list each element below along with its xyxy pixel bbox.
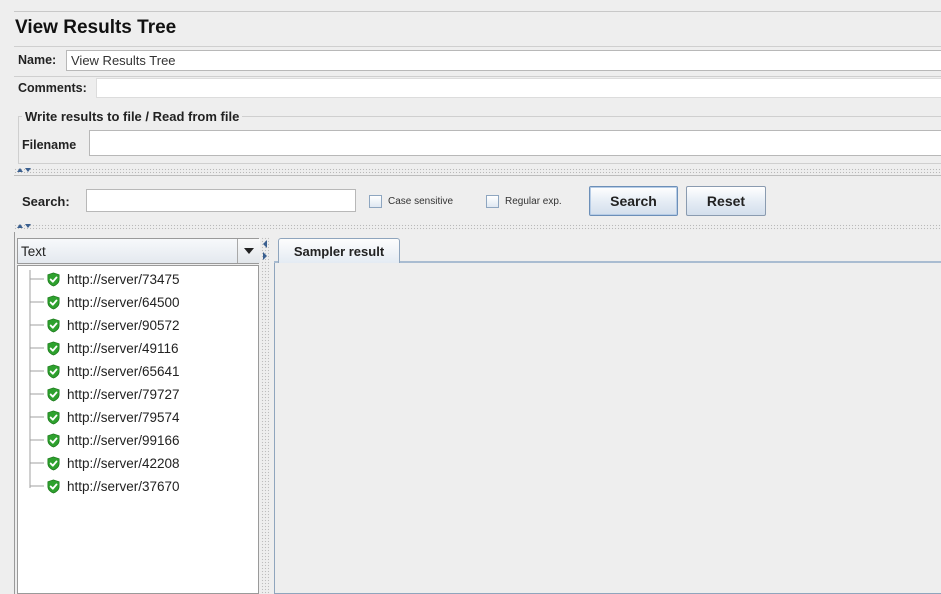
green-shield-check-icon [47,410,60,424]
green-shield-check-icon [47,433,60,447]
tree-item[interactable]: http://server/49116 [46,338,179,358]
tree-item-label: http://server/49116 [67,340,179,356]
search-button[interactable]: Search [589,186,678,216]
file-group-title: Write results to file / Read from file [22,109,243,124]
page-title: View Results Tree [15,17,177,38]
regular-exp-label: Regular exp. [505,196,562,207]
green-shield-check-icon [47,456,60,470]
filename-input[interactable] [89,130,941,156]
tree-item-label: http://server/99166 [67,432,180,448]
tree-item[interactable]: http://server/42208 [46,453,180,473]
title-divider [14,46,941,47]
pane-divider[interactable] [261,237,269,594]
panel-top-edge [14,11,941,12]
tree-item-label: http://server/79727 [67,386,180,402]
tree-item-label: http://server/79574 [67,409,180,425]
comments-label: Comments: [18,81,87,95]
case-sensitive-label: Case sensitive [388,196,454,207]
green-shield-check-icon [47,341,60,355]
name-divider [14,76,941,77]
tree-item-label: http://server/37670 [67,478,180,494]
renderer-combo-value: Text [21,244,46,259]
tree-item-label: http://server/64500 [67,294,180,310]
green-shield-check-icon [47,295,60,309]
name-label: Name: [18,53,57,67]
splitter-top[interactable] [14,168,941,174]
sampler-result-panel [274,262,941,594]
search-input[interactable] [86,189,356,212]
reset-button[interactable]: Reset [686,186,766,216]
green-shield-check-icon [47,318,60,332]
green-shield-check-icon [47,364,60,378]
tree-item[interactable]: http://server/37670 [46,476,180,496]
tree-item[interactable]: http://server/79727 [46,384,180,404]
renderer-combo-dropdown-button[interactable] [237,239,260,263]
search-area-top-border [14,175,941,176]
renderer-combo[interactable]: Text [17,238,260,264]
collapse-expand-arrows-icon[interactable] [16,167,38,173]
tree-item[interactable]: http://server/99166 [46,430,180,450]
green-shield-check-icon [47,272,60,286]
tree-item[interactable]: http://server/65641 [46,361,180,381]
results-tree[interactable]: http://server/73475 http://server/64500 ht… [17,265,259,594]
triangle-down-icon [244,248,254,254]
tree-item-label: http://server/65641 [67,363,180,379]
tree-item[interactable]: http://server/73475 [46,269,180,289]
tree-item-label: http://server/73475 [67,271,180,287]
tab-sampler-result[interactable]: Sampler result [278,238,400,263]
tree-item-label: http://server/42208 [67,455,180,471]
tree-item[interactable]: http://server/79574 [46,407,180,427]
collapse-expand-arrows-icon[interactable] [16,223,38,229]
regular-exp-checkbox[interactable] [486,195,499,208]
case-sensitive-checkbox[interactable] [369,195,382,208]
outer-left-border [14,232,15,594]
comments-field[interactable] [96,78,941,98]
tree-item-label: http://server/90572 [67,317,180,333]
tree-item[interactable]: http://server/90572 [46,315,180,335]
green-shield-check-icon [47,387,60,401]
green-shield-check-icon [47,479,60,493]
tree-item[interactable]: http://server/64500 [46,292,180,312]
name-field[interactable]: View Results Tree [66,50,941,71]
search-label: Search: [22,194,70,209]
filename-label: Filename [22,138,77,152]
pane-collapse-arrows-icon[interactable] [261,238,269,262]
splitter-middle[interactable] [14,224,941,230]
